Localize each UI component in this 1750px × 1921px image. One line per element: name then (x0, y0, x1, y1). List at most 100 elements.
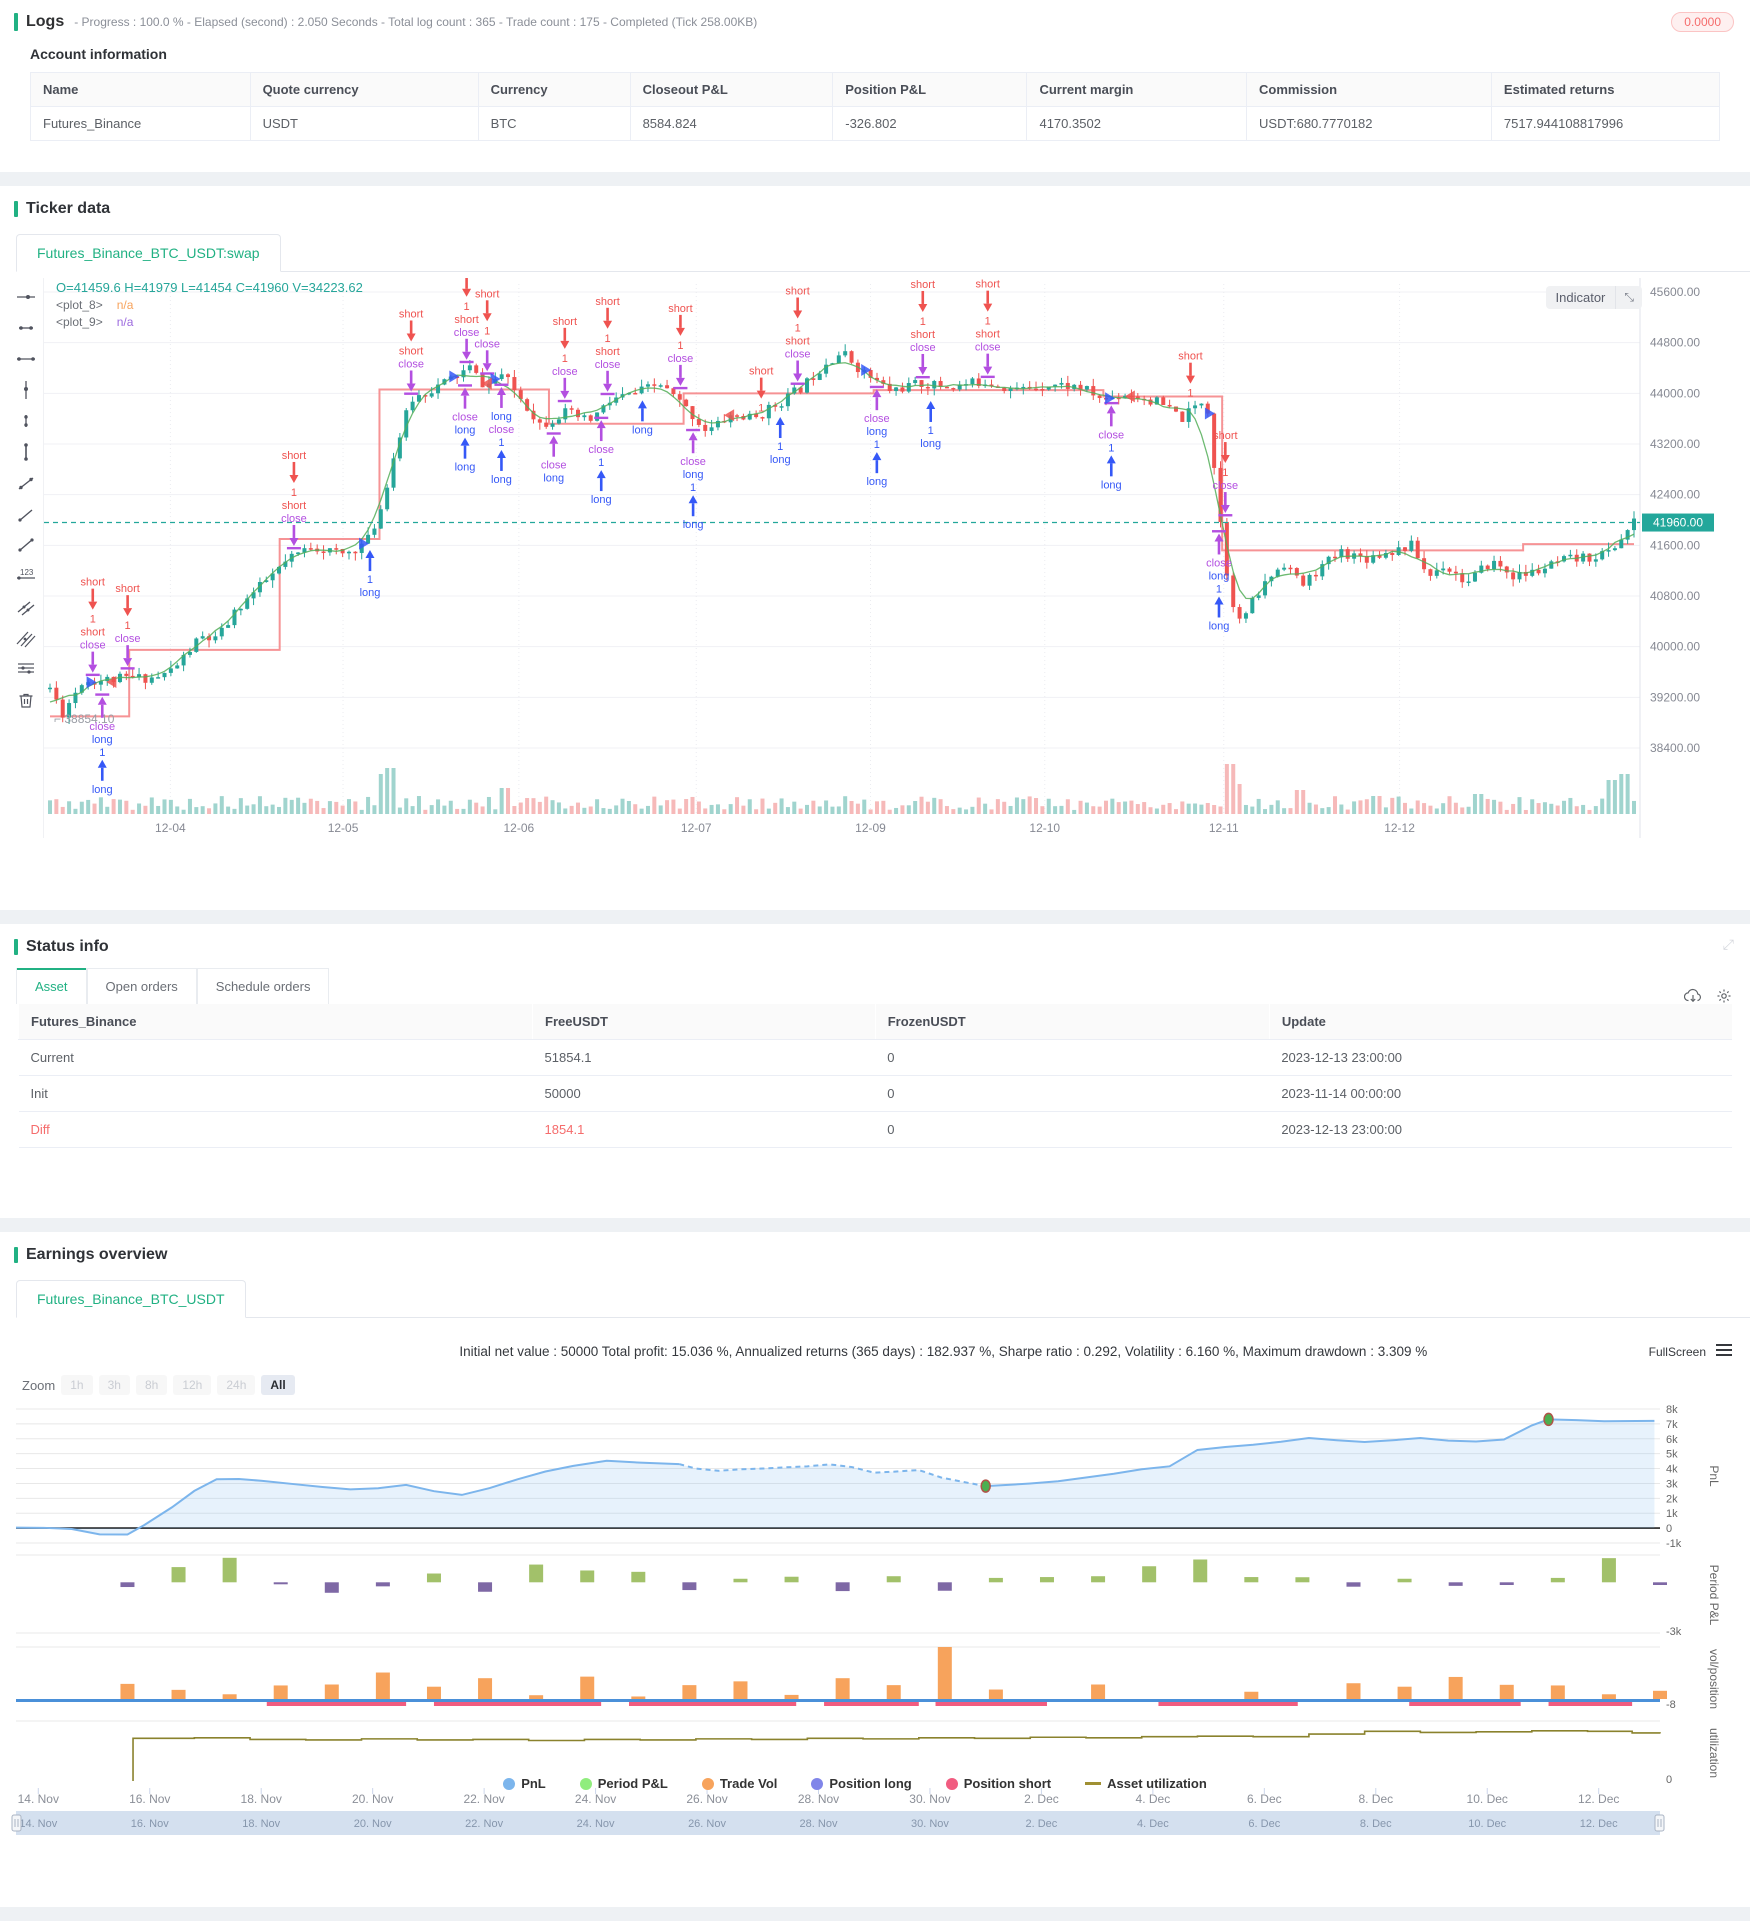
svg-text:short: short (975, 329, 999, 341)
svg-text:1: 1 (125, 620, 131, 632)
account-header-row: Name Quote currency Currency Closeout P&… (30, 72, 1721, 107)
delete-drawings-icon[interactable] (15, 689, 37, 711)
svg-text:1: 1 (1108, 442, 1114, 454)
vertical-line-tool-icon[interactable] (15, 379, 37, 401)
logs-summary: - Progress : 100.0 % - Elapsed (second) … (74, 15, 758, 29)
svg-text:14. Nov: 14. Nov (19, 1818, 57, 1830)
init-update: 2023-11-14 00:00:00 (1269, 1075, 1732, 1112)
legend-position-long[interactable]: Position long (811, 1776, 912, 1791)
cloud-download-icon[interactable] (1684, 988, 1702, 1004)
zoom-1h[interactable]: 1h (61, 1375, 93, 1395)
earnings-chart-svg[interactable]: 8k 7k 6k 5k 4k 3k 2k 1k 0 -1k PnL -3k Period P&L -8 vo… (8, 1403, 1722, 1837)
legend-trade-vol[interactable]: Trade Vol (701, 1776, 777, 1791)
svg-text:26. Nov: 26. Nov (686, 1792, 727, 1806)
svg-text:12-10: 12-10 (1029, 821, 1060, 835)
tab-schedule-orders[interactable]: Schedule orders (196, 968, 330, 1004)
tab-earnings-symbol[interactable]: Futures_Binance_BTC_USDT (16, 1280, 246, 1318)
svg-text:close: close (489, 424, 515, 436)
zoom-3h[interactable]: 3h (98, 1375, 130, 1395)
log-counter-badge[interactable]: 0.0000 (1671, 12, 1734, 32)
svg-text:close: close (89, 721, 115, 733)
legend-position-short[interactable]: Position short (945, 1776, 1051, 1791)
svg-text:20. Nov: 20. Nov (352, 1792, 393, 1806)
svg-text:6. Dec: 6. Dec (1247, 1792, 1282, 1806)
init-free: 50000 (532, 1075, 876, 1112)
gear-icon[interactable] (1716, 988, 1732, 1004)
candlestick-chart-area[interactable]: 123 45600.00 44800.00 44000.00 43200.00 4240… (8, 278, 1742, 838)
pitchfork-tool-icon[interactable] (15, 627, 37, 649)
fibonacci-tool-icon[interactable] (15, 658, 37, 680)
zoom-24h[interactable]: 24h (217, 1375, 256, 1395)
crossline-tool-icon[interactable] (15, 286, 37, 308)
svg-text:10. Dec: 10. Dec (1467, 1792, 1508, 1806)
svg-text:short: short (454, 314, 478, 326)
col-closeout-pnl: Closeout P&L (629, 72, 834, 107)
svg-text:1: 1 (99, 747, 105, 759)
horizontal-segment-tool-icon[interactable] (15, 317, 37, 339)
asset-utilization-line-icon (1085, 1782, 1102, 1785)
parallel-channel-tool-icon[interactable] (15, 596, 37, 618)
trendline-tool-icon[interactable] (15, 472, 37, 494)
extended-line-tool-icon[interactable] (15, 348, 37, 370)
svg-text:long: long (866, 426, 887, 438)
svg-text:1k: 1k (1666, 1508, 1678, 1520)
candlestick-chart-svg[interactable]: 45600.00 44800.00 44000.00 43200.00 42400.00… (44, 278, 1720, 838)
cell-name: Futures_Binance (30, 106, 251, 141)
account-info-title: Account information (30, 46, 167, 62)
svg-text:1: 1 (758, 403, 764, 415)
svg-text:short: short (668, 303, 692, 315)
ray-tool-icon[interactable] (15, 503, 37, 525)
chart-drawing-toolbar[interactable]: 123 (8, 278, 44, 838)
current-update: 2023-12-13 23:00:00 (1269, 1039, 1732, 1076)
indicator-button[interactable]: Indicator ⤡ (1545, 286, 1642, 309)
svg-text:1: 1 (1222, 467, 1228, 479)
row-label-current[interactable]: Current (18, 1039, 533, 1076)
svg-text:1: 1 (677, 340, 683, 352)
svg-text:close: close (1212, 480, 1238, 492)
svg-text:-8: -8 (1666, 1699, 1676, 1711)
tab-ticker-symbol[interactable]: Futures_Binance_BTC_USDT:swap (16, 234, 281, 272)
svg-text:vol/position: vol/position (1707, 1649, 1721, 1709)
svg-text:12-05: 12-05 (328, 821, 359, 835)
tab-open-orders[interactable]: Open orders (86, 968, 197, 1004)
svg-text:12-11: 12-11 (1209, 821, 1239, 835)
fullscreen-expand-icon[interactable]: ⤡ (1615, 286, 1642, 309)
cell-current-margin: 4170.3502 (1026, 106, 1248, 141)
svg-text:1: 1 (795, 323, 801, 335)
svg-text:short: short (81, 627, 105, 639)
vertical-segment-tool-icon[interactable] (15, 410, 37, 432)
row-label-diff: Diff (18, 1111, 533, 1148)
zoom-8h[interactable]: 8h (135, 1375, 168, 1395)
svg-text:24. Nov: 24. Nov (575, 1792, 616, 1806)
asset-row-init: Init 50000 0 2023-11-14 00:00:00 (18, 1075, 1732, 1112)
indicator-label[interactable]: Indicator (1546, 286, 1616, 309)
svg-text:short: short (553, 316, 577, 328)
svg-text:6k: 6k (1666, 1434, 1678, 1446)
svg-text:PnL: PnL (1707, 1465, 1721, 1487)
svg-text:5k: 5k (1666, 1449, 1678, 1461)
zoom-12h[interactable]: 12h (173, 1375, 212, 1395)
arrow-line-tool-icon[interactable] (15, 534, 37, 556)
svg-text:8k: 8k (1666, 1404, 1678, 1416)
tab-asset[interactable]: Asset (16, 968, 87, 1004)
zoom-all[interactable]: All (261, 1375, 295, 1395)
svg-text:7k: 7k (1666, 1419, 1678, 1431)
svg-text:long: long (455, 425, 476, 437)
svg-text:long: long (92, 734, 113, 746)
zoom-control: Zoom 1h 3h 8h 12h 24h All (22, 1375, 1750, 1395)
svg-text:1: 1 (90, 614, 96, 626)
legend-pnl[interactable]: PnL (503, 1776, 546, 1791)
svg-text:12-04: 12-04 (155, 821, 186, 835)
svg-text:short: short (911, 279, 935, 291)
tall-segment-tool-icon[interactable] (15, 441, 37, 463)
position-short-dot-icon (945, 1777, 958, 1790)
svg-text:1: 1 (605, 333, 611, 345)
fullscreen-button[interactable]: FullScreen (1649, 1345, 1706, 1359)
legend-period-pnl[interactable]: Period P&L (579, 1776, 668, 1791)
collapse-icon[interactable]: ⤢ (1723, 936, 1734, 953)
hamburger-menu-icon[interactable] (1716, 1344, 1732, 1359)
price-label-tool-icon[interactable]: 123 (15, 565, 37, 587)
svg-text:short: short (115, 583, 139, 595)
svg-text:3k: 3k (1666, 1478, 1678, 1490)
legend-asset-utilization[interactable]: Asset utilization (1085, 1776, 1207, 1791)
